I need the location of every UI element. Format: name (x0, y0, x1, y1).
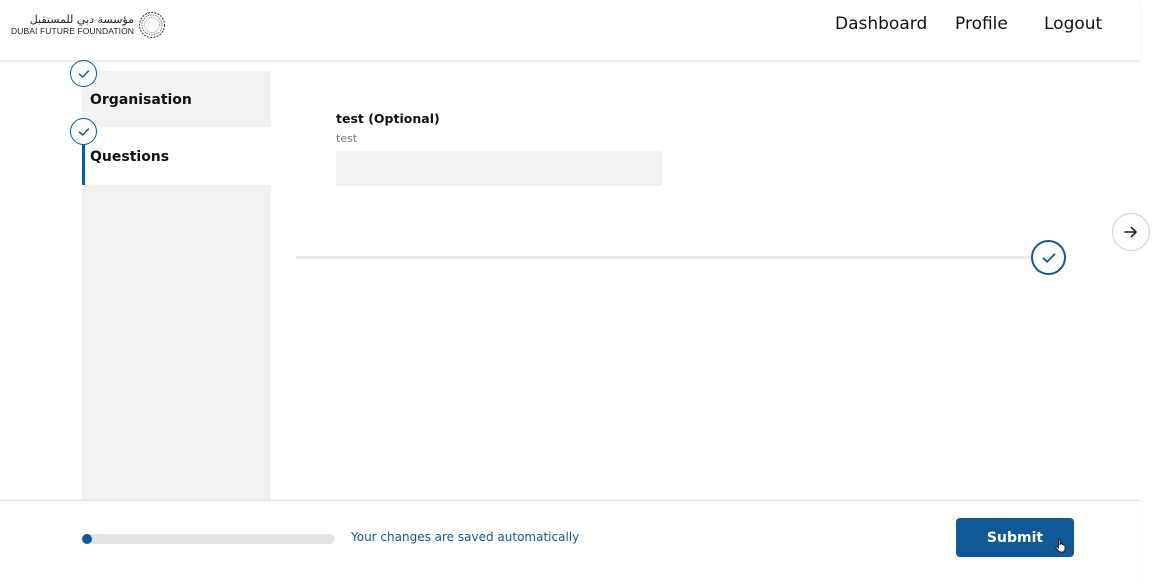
hand-pointer-cursor-icon (1055, 539, 1066, 553)
question-label: test (Optional) (336, 111, 440, 126)
logo-arabic-text: مؤسسة دبي للمستقبل (29, 12, 135, 26)
bottom-action-bar: Your changes are saved automatically Sub… (0, 500, 1140, 587)
dubai-future-foundation-logo[interactable]: مؤسسة دبي للمستقبل DUBAI FUTURE FOUNDATI… (11, 11, 166, 39)
section-divider (296, 256, 1046, 259)
nav-logout-link[interactable]: Logout (1044, 14, 1102, 36)
check-circle-icon (70, 60, 97, 87)
logo-english-text: DUBAI FUTURE FOUNDATION (11, 25, 135, 36)
progress-bar-fill (82, 534, 93, 544)
question-hint: test (336, 132, 358, 145)
next-step-button[interactable] (1112, 213, 1150, 251)
sidebar-item-label: Questions (90, 149, 170, 165)
foundation-emblem-icon (139, 12, 166, 38)
sidebar-item-questions[interactable]: Questions (82, 127, 271, 185)
question-answer-input[interactable] (336, 151, 662, 186)
top-header: مؤسسة دبي للمستقبل DUBAI FUTURE FOUNDATI… (0, 0, 1140, 60)
completion-progress-bar (82, 534, 335, 544)
check-circle-icon (1031, 240, 1066, 275)
nav-profile-link[interactable]: Profile (955, 14, 1008, 36)
nav-dashboard-link[interactable]: Dashboard (835, 14, 927, 36)
autosave-status-text: Your changes are saved automatically (351, 530, 580, 544)
sidebar-item-organisation[interactable]: Organisation (82, 71, 271, 127)
arrow-right-icon (1124, 226, 1137, 238)
steps-sidebar: Organisation Questions (82, 71, 271, 501)
check-circle-icon (70, 118, 97, 145)
sidebar-item-label: Organisation (90, 92, 192, 108)
